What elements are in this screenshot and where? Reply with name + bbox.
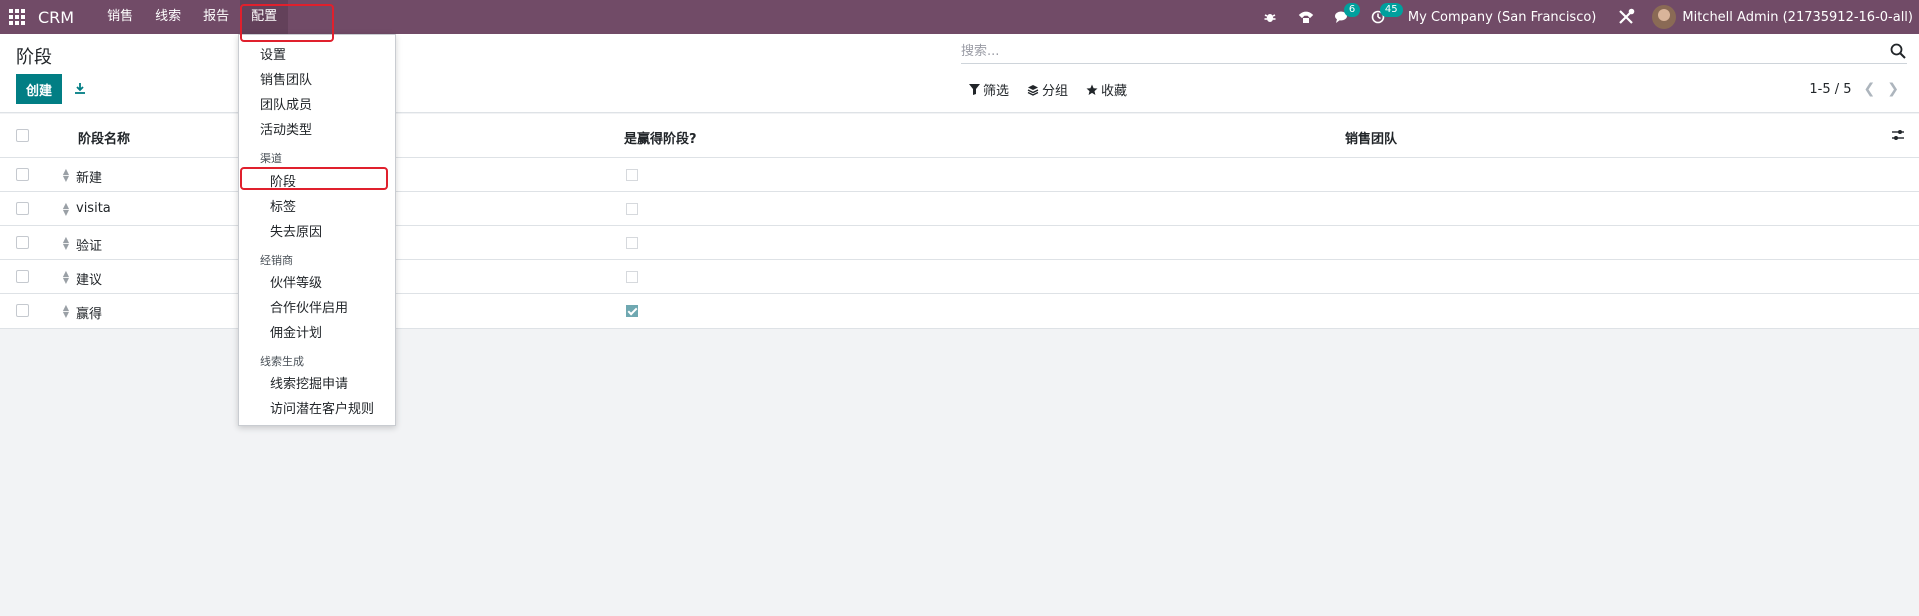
filter-toolbar: 筛选 分组 收藏 xyxy=(969,80,1127,99)
chat-icon[interactable]: 6 xyxy=(1324,0,1361,34)
app-brand[interactable]: CRM xyxy=(38,8,74,27)
user-menu[interactable]: Mitchell Admin (21735912-16-0-all) xyxy=(1682,10,1913,25)
column-header-name[interactable]: 阶段名称 xyxy=(78,128,130,147)
menu-sales[interactable]: 销售 xyxy=(96,0,144,34)
stage-name: 验证 xyxy=(76,239,103,254)
is-won-checkbox xyxy=(626,169,638,181)
column-header-is-won[interactable]: 是赢得阶段? xyxy=(624,128,697,147)
search-input[interactable] xyxy=(961,40,1861,62)
menu-reporting[interactable]: 报告 xyxy=(192,0,240,34)
optional-columns-icon[interactable] xyxy=(1891,128,1905,142)
groupby-button[interactable]: 分组 xyxy=(1027,80,1068,99)
phone-icon[interactable] xyxy=(1288,0,1324,34)
chevron-left-icon[interactable]: ❮ xyxy=(1864,81,1876,97)
chevron-right-icon[interactable]: ❯ xyxy=(1887,81,1899,97)
stage-name: 建议 xyxy=(76,273,103,288)
stage-name: 赢得 xyxy=(76,307,103,322)
layers-icon xyxy=(1027,84,1039,96)
menu-item-sales-teams[interactable]: 销售团队 xyxy=(260,69,312,88)
menu-item-lead-mining-requests[interactable]: 线索挖掘申请 xyxy=(270,373,348,392)
menu-item-visits-to-leads-rules[interactable]: 访问潜在客户规则 xyxy=(270,398,374,417)
menu-section-resellers: 经销商 xyxy=(260,254,293,267)
menu-section-pipeline: 渠道 xyxy=(260,152,282,165)
user-avatar[interactable] xyxy=(1652,5,1677,29)
row-checkbox[interactable] xyxy=(16,236,29,249)
groupby-label: 分组 xyxy=(1042,84,1069,99)
search-icon[interactable] xyxy=(1889,42,1907,60)
menu-item-activity-types[interactable]: 活动类型 xyxy=(260,119,312,138)
highlight-box-configuration xyxy=(240,4,334,42)
column-header-team[interactable]: 销售团队 xyxy=(1345,128,1397,147)
row-checkbox[interactable] xyxy=(16,202,29,215)
favorites-button[interactable]: 收藏 xyxy=(1086,80,1127,99)
pager: 1-5 / 5 ❮ ❯ xyxy=(1809,81,1899,97)
menu-item-settings[interactable]: 设置 xyxy=(260,44,286,63)
create-button[interactable]: 创建 xyxy=(16,74,62,104)
filter-label: 筛选 xyxy=(983,84,1010,99)
star-icon xyxy=(1086,84,1098,95)
clock-icon[interactable]: 45 xyxy=(1360,0,1403,34)
menu-item-partner-levels[interactable]: 伙伴等级 xyxy=(270,272,322,291)
menu-item-tags[interactable]: 标签 xyxy=(270,196,296,215)
row-checkbox[interactable] xyxy=(16,168,29,181)
company-switcher[interactable]: My Company (San Francisco) xyxy=(1396,10,1608,25)
is-won-checkbox xyxy=(626,271,638,283)
filter-icon xyxy=(969,84,980,95)
apps-grid-icon[interactable] xyxy=(0,0,34,34)
tools-icon[interactable] xyxy=(1608,0,1644,34)
filter-button[interactable]: 筛选 xyxy=(969,80,1009,99)
activities-badge: 45 xyxy=(1379,3,1403,17)
menu-item-partner-activations[interactable]: 合作伙伴启用 xyxy=(270,297,348,316)
stage-name: visita xyxy=(76,201,111,216)
row-checkbox[interactable] xyxy=(16,304,29,317)
drag-handle-icon[interactable]: ▲ ▼ xyxy=(62,202,70,217)
highlight-box-stages xyxy=(240,167,388,190)
menu-section-lead-generation: 线索生成 xyxy=(260,355,304,368)
bug-icon[interactable] xyxy=(1252,0,1288,34)
page-title: 阶段 xyxy=(16,47,52,68)
menu-item-lost-reasons[interactable]: 失去原因 xyxy=(270,221,322,240)
is-won-checkbox xyxy=(626,305,638,317)
is-won-checkbox xyxy=(626,237,638,249)
select-all-checkbox[interactable] xyxy=(16,129,29,142)
stage-name: 新建 xyxy=(76,171,103,186)
is-won-checkbox xyxy=(626,203,638,215)
download-icon[interactable] xyxy=(70,78,90,98)
favorites-label: 收藏 xyxy=(1101,84,1128,99)
menu-item-team-members[interactable]: 团队成员 xyxy=(260,94,312,113)
drag-handle-icon[interactable]: ▲ ▼ xyxy=(62,168,70,183)
drag-handle-icon[interactable]: ▲ ▼ xyxy=(62,304,70,319)
row-checkbox[interactable] xyxy=(16,270,29,283)
pager-value[interactable]: 1-5 / 5 xyxy=(1809,82,1851,97)
messages-badge: 6 xyxy=(1343,3,1361,17)
search-bar xyxy=(961,40,1907,64)
configuration-dropdown: 设置 销售团队 团队成员 活动类型 渠道 阶段 标签 失去原因 经销商 伙伴等级… xyxy=(238,34,396,426)
drag-handle-icon[interactable]: ▲ ▼ xyxy=(62,270,70,285)
drag-handle-icon[interactable]: ▲ ▼ xyxy=(62,236,70,251)
menu-item-commission-plans[interactable]: 佣金计划 xyxy=(270,322,322,341)
menu-leads[interactable]: 线索 xyxy=(144,0,192,34)
